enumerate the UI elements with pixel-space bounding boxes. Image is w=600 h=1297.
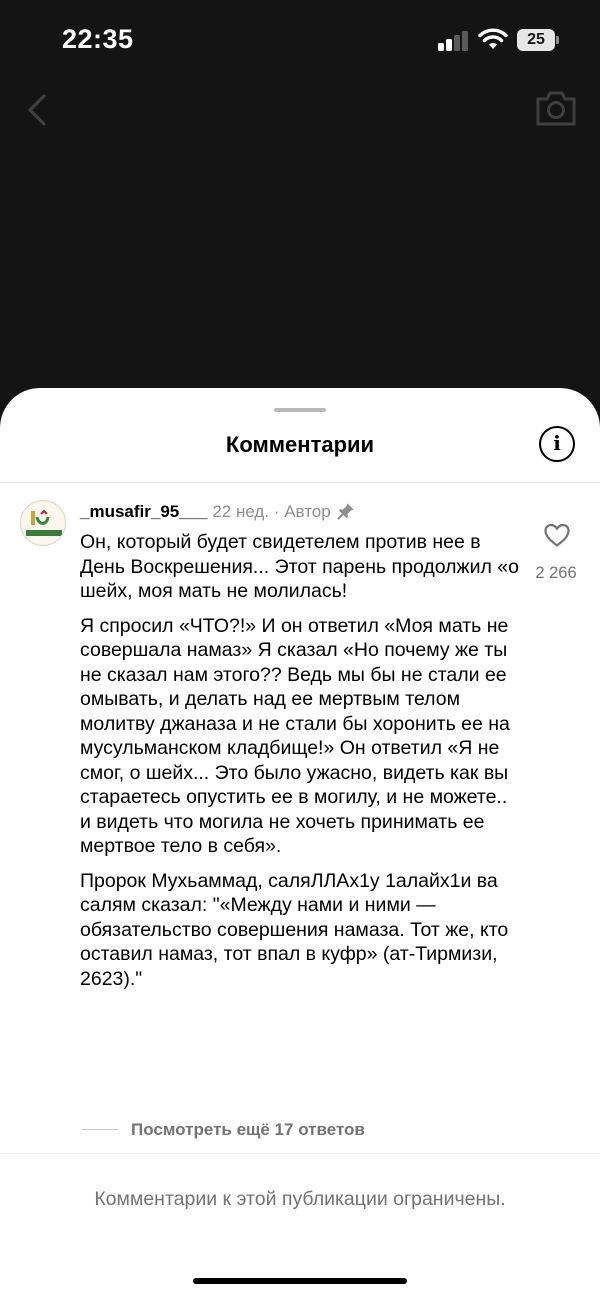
comment-paragraph: Я спросил «ЧТО?!» И он ответил «Моя мать… bbox=[80, 614, 510, 858]
reel-comments-screen: 22:35 25 Комментарии i _musafir_95___ 22… bbox=[0, 0, 600, 1297]
footer-divider bbox=[0, 1153, 600, 1154]
comment-paragraph: Он, который будет свидетелем против нее … bbox=[80, 531, 519, 602]
sheet-title: Комментарии bbox=[225, 432, 375, 457]
author-label: Автор bbox=[284, 502, 331, 521]
comments-restricted-notice: Комментарии к этой публикации ограничены… bbox=[94, 1188, 506, 1210]
replies-divider-line bbox=[82, 1129, 118, 1130]
comment-paragraph: Пророк Мухьаммад, саляЛЛАх1у 1алайх1и ва… bbox=[80, 869, 509, 990]
home-indicator[interactable] bbox=[193, 1278, 407, 1284]
view-replies-button[interactable]: Посмотреть ещё 17 ответов bbox=[131, 1120, 365, 1140]
comment-username[interactable]: _musafir_95___ bbox=[80, 502, 208, 521]
comments-sheet: Комментарии i _musafir_95___ 22 нед. · А… bbox=[0, 388, 600, 1297]
comment-body: Он, который будет свидетелем против нее … bbox=[80, 530, 520, 1001]
battery-icon: 25 bbox=[517, 29, 561, 51]
camera-icon[interactable] bbox=[534, 88, 578, 128]
pin-icon bbox=[337, 503, 354, 520]
avatar[interactable] bbox=[20, 500, 66, 546]
wifi-icon bbox=[478, 28, 508, 49]
status-time: 22:35 bbox=[62, 24, 134, 54]
header-separator: · bbox=[273, 502, 280, 521]
heart-icon[interactable] bbox=[543, 522, 571, 548]
like-count: 2 266 bbox=[535, 564, 577, 582]
comment-header: _musafir_95___ 22 нед. · Автор bbox=[80, 502, 355, 522]
signal-icon bbox=[438, 31, 470, 51]
comment-time: 22 нед. bbox=[212, 502, 270, 521]
sheet-drag-handle[interactable] bbox=[274, 408, 326, 412]
sheet-divider bbox=[0, 482, 600, 483]
status-bar: 22:35 25 bbox=[0, 0, 600, 80]
info-icon[interactable]: i bbox=[539, 426, 575, 462]
back-button[interactable] bbox=[22, 92, 54, 128]
battery-level: 25 bbox=[527, 31, 545, 48]
